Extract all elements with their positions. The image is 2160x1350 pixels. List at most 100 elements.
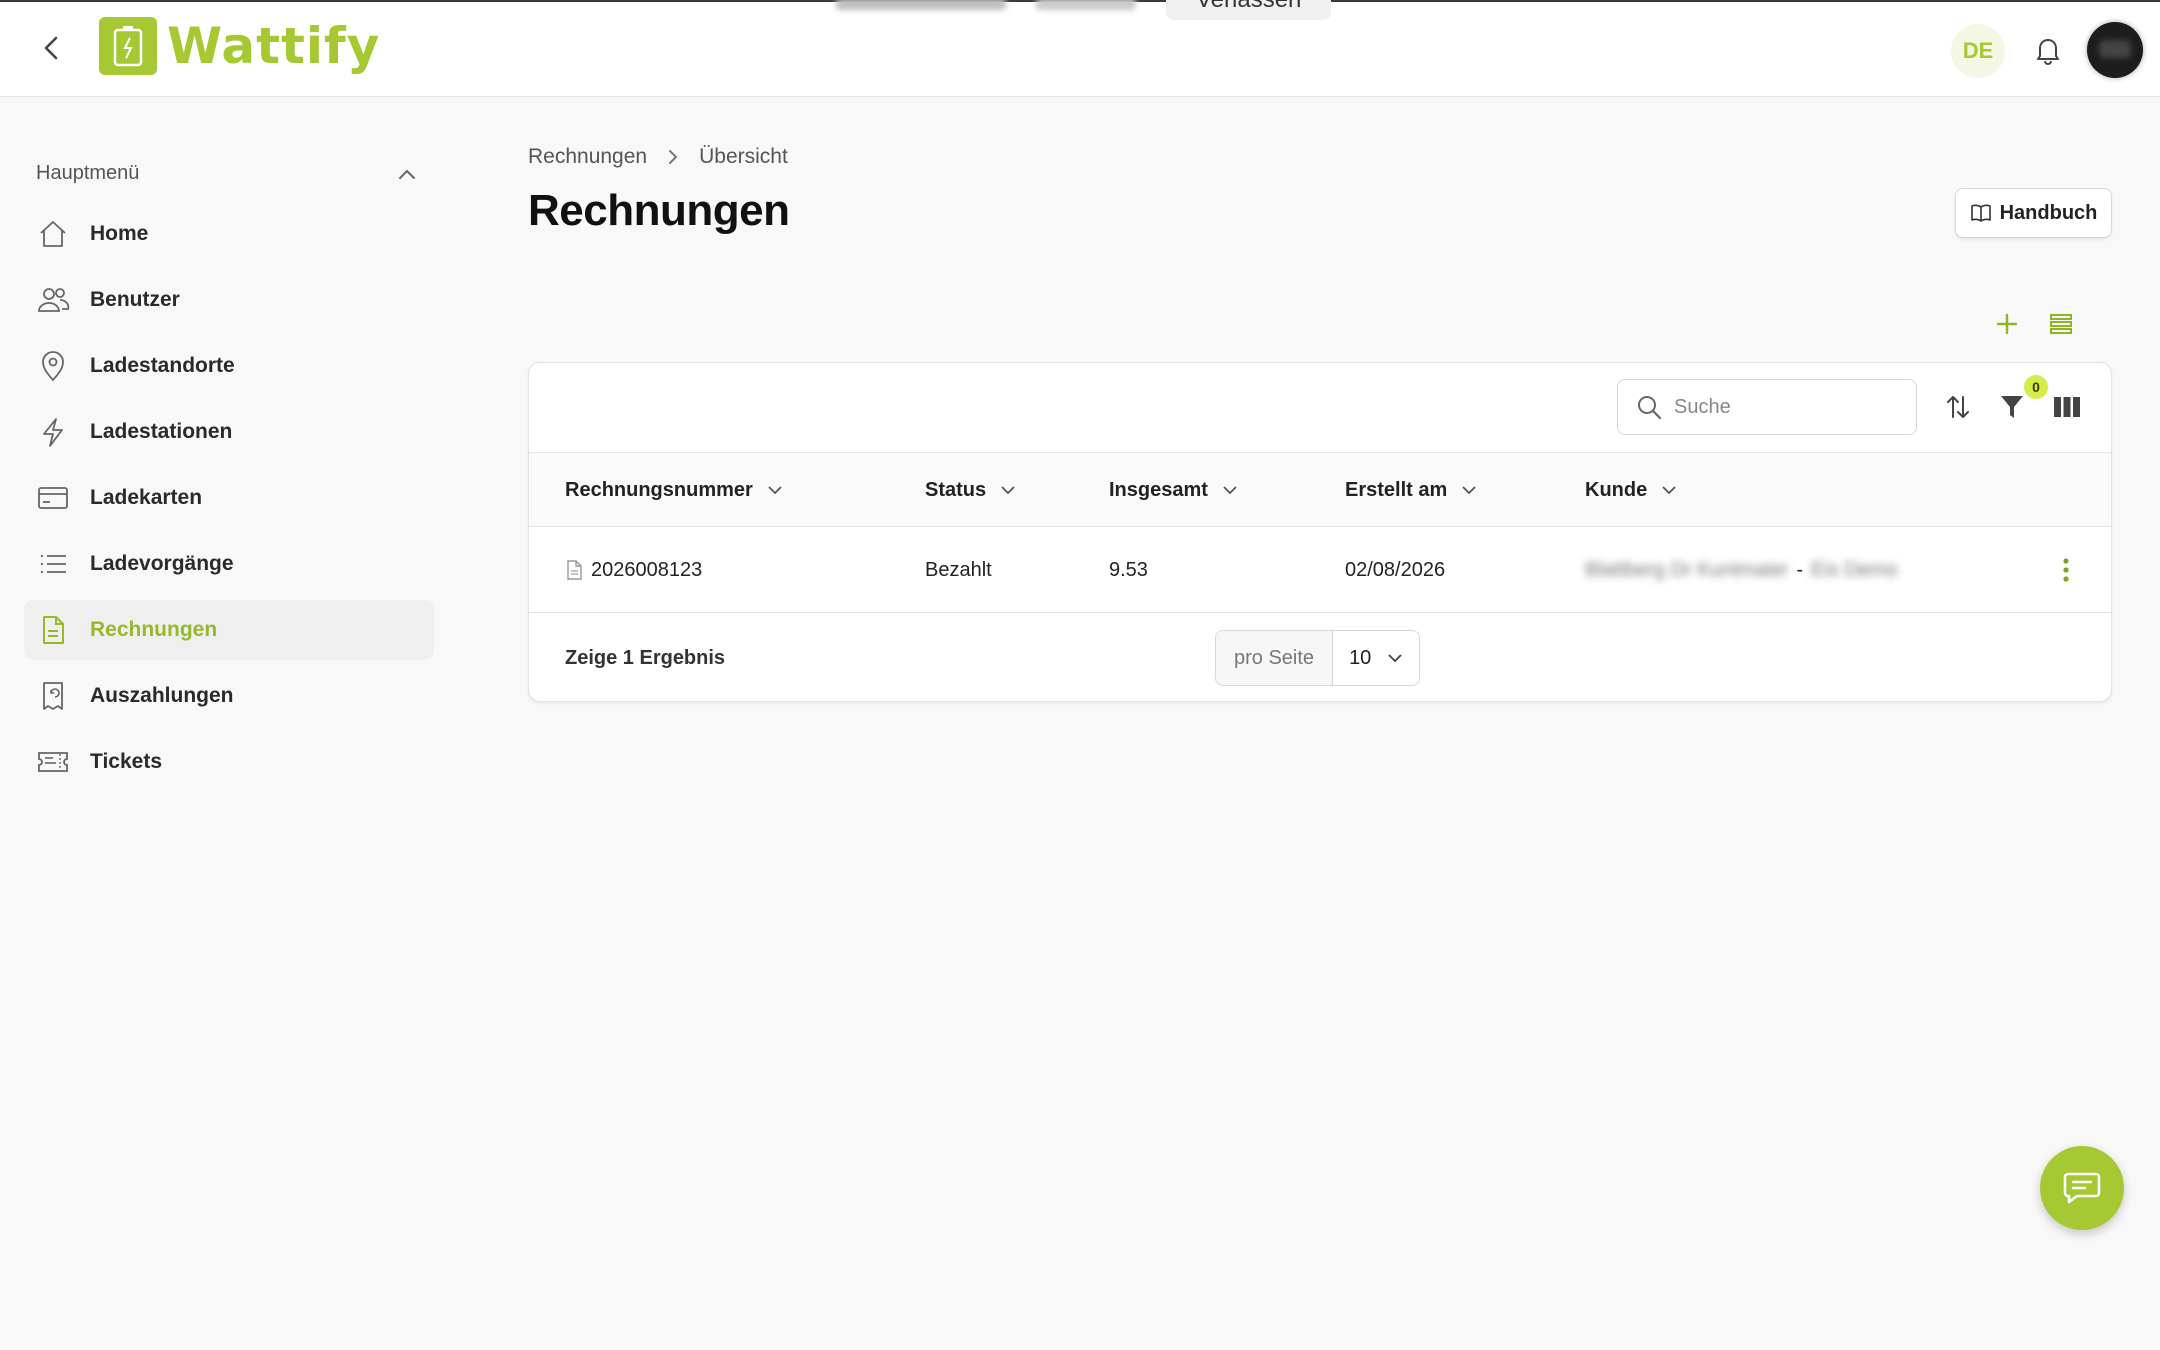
funnel-icon bbox=[2001, 396, 2023, 418]
column-header-label: Kunde bbox=[1585, 478, 1648, 501]
sidebar-item-label: Rechnungen bbox=[90, 618, 218, 641]
list-view-button[interactable] bbox=[2043, 306, 2079, 342]
table-row[interactable]: 2026008123 Bezahlt 9.53 02/08/2026 Blatt… bbox=[529, 527, 2111, 613]
more-vertical-icon bbox=[2063, 558, 2069, 582]
sidebar-item-charging-sessions[interactable]: Ladevorgänge bbox=[24, 534, 434, 594]
per-page-control: pro Seite 10 bbox=[1215, 630, 1421, 686]
result-count: Zeige 1 Ergebnis bbox=[565, 646, 726, 669]
location-pin-icon bbox=[36, 349, 70, 383]
chevron-up-icon bbox=[399, 169, 415, 179]
cell-created: 02/08/2026 bbox=[1345, 558, 1446, 581]
manual-button[interactable]: Handbuch bbox=[1955, 188, 2112, 238]
back-button[interactable] bbox=[36, 32, 68, 64]
breadcrumb-overview: Übersicht bbox=[699, 145, 788, 168]
chevron-down-icon bbox=[1388, 654, 1402, 663]
columns-button[interactable] bbox=[2049, 389, 2085, 425]
top-bar: Wattify Verlassen DE bbox=[0, 0, 2160, 97]
sort-button[interactable] bbox=[1940, 389, 1976, 425]
filter-count-badge: 0 bbox=[2024, 375, 2048, 399]
main-menu-label: Hauptmenü bbox=[36, 162, 140, 184]
main-menu-toggle[interactable]: Hauptmenü bbox=[36, 162, 416, 185]
breadcrumb: Rechnungen Übersicht bbox=[528, 145, 788, 169]
filter-button[interactable] bbox=[1994, 389, 2030, 425]
banner-blurred-text bbox=[836, 0, 1006, 10]
chevron-right-icon bbox=[669, 150, 678, 164]
lightning-icon bbox=[36, 415, 70, 449]
column-header-invoice-number[interactable]: Rechnungsnummer bbox=[565, 453, 783, 527]
per-page-select[interactable]: 10 bbox=[1333, 631, 1420, 685]
sidebar-item-payouts[interactable]: Auszahlungen bbox=[24, 666, 434, 726]
sidebar-item-charging-locations[interactable]: Ladestandorte bbox=[24, 336, 434, 396]
file-icon bbox=[567, 560, 582, 580]
breadcrumb-invoices[interactable]: Rechnungen bbox=[528, 145, 647, 169]
chevron-down-icon bbox=[1662, 486, 1676, 495]
cell-invoice-number[interactable]: 2026008123 bbox=[565, 527, 702, 613]
column-header-label: Status bbox=[925, 478, 987, 501]
list-icon bbox=[36, 547, 70, 581]
sidebar-item-label: Home bbox=[90, 222, 149, 245]
banner-blurred-text bbox=[1036, 0, 1136, 10]
sort-arrows-icon bbox=[1947, 396, 1969, 418]
chevron-left-icon bbox=[44, 36, 58, 60]
columns-icon bbox=[2054, 397, 2080, 417]
column-header-status[interactable]: Status bbox=[925, 453, 1016, 527]
sidebar-item-label: Auszahlungen bbox=[90, 684, 234, 707]
chevron-down-icon bbox=[1001, 486, 1015, 495]
users-icon bbox=[36, 283, 70, 317]
language-switcher[interactable]: DE bbox=[1951, 24, 2005, 78]
cell-total: 9.53 bbox=[1109, 558, 1148, 581]
search-input[interactable] bbox=[1674, 395, 1894, 419]
customer-separator: - bbox=[1796, 558, 1804, 581]
receipt-refund-icon bbox=[36, 679, 70, 713]
sidebar: Hauptmenü Home Benutzer Ladestandorte La… bbox=[0, 98, 460, 1350]
sidebar-item-users[interactable]: Benutzer bbox=[24, 270, 434, 330]
avatar[interactable] bbox=[2087, 22, 2143, 78]
table-header: Rechnungsnummer Status Insgesamt Erstell… bbox=[529, 453, 2111, 527]
chevron-down-icon bbox=[1462, 486, 1476, 495]
column-header-created[interactable]: Erstellt am bbox=[1345, 453, 1477, 527]
manual-button-label: Handbuch bbox=[1999, 201, 2098, 224]
sidebar-item-label: Tickets bbox=[90, 750, 162, 773]
list-view-icon bbox=[2050, 314, 2072, 334]
sidebar-item-charging-cards[interactable]: Ladekarten bbox=[24, 468, 434, 528]
page-title: Rechnungen bbox=[528, 186, 790, 235]
sidebar-item-charging-stations[interactable]: Ladestationen bbox=[24, 402, 434, 462]
bell-icon bbox=[2037, 39, 2059, 65]
row-actions-button[interactable] bbox=[2049, 553, 2083, 587]
customer-account-blurred: Eis Demo bbox=[1811, 558, 1898, 581]
per-page-label: pro Seite bbox=[1216, 631, 1334, 685]
cell-customer[interactable]: Blattberg Dr Kuntmaier - Eis Demo bbox=[1585, 527, 1898, 613]
invoice-number: 2026008123 bbox=[591, 558, 703, 581]
document-icon bbox=[36, 613, 70, 647]
home-icon bbox=[36, 217, 70, 251]
column-header-label: Erstellt am bbox=[1345, 478, 1448, 501]
ticket-icon bbox=[36, 745, 70, 779]
sidebar-item-label: Ladestationen bbox=[90, 420, 233, 443]
column-header-label: Insgesamt bbox=[1109, 478, 1208, 501]
credit-card-icon bbox=[36, 481, 70, 515]
sidebar-item-label: Ladestandorte bbox=[90, 354, 235, 377]
leave-button[interactable]: Verlassen bbox=[1166, 0, 1332, 20]
notifications-button[interactable] bbox=[2030, 32, 2066, 68]
per-page-value: 10 bbox=[1349, 646, 1372, 669]
plus-icon bbox=[1996, 313, 2018, 335]
sidebar-item-label: Ladevorgänge bbox=[90, 552, 234, 575]
app-name: Wattify bbox=[167, 17, 381, 75]
invoices-table-card: 0 Rechnungsnummer Status Insgesamt Erste… bbox=[528, 362, 2112, 702]
sidebar-item-home[interactable]: Home bbox=[24, 204, 434, 264]
sidebar-item-label: Ladekarten bbox=[90, 486, 203, 509]
sidebar-item-invoices[interactable]: Rechnungen bbox=[24, 600, 434, 660]
main-nav: Home Benutzer Ladestandorte Ladestatione… bbox=[24, 204, 434, 798]
column-header-label: Rechnungsnummer bbox=[565, 478, 753, 501]
search-icon bbox=[1638, 396, 1662, 420]
column-header-customer[interactable]: Kunde bbox=[1585, 453, 1677, 527]
book-icon bbox=[1970, 204, 1991, 222]
chat-bubble-icon bbox=[2063, 1172, 2101, 1204]
add-invoice-button[interactable] bbox=[1989, 306, 2025, 342]
chat-button[interactable] bbox=[2040, 1146, 2124, 1230]
sidebar-item-tickets[interactable]: Tickets bbox=[24, 732, 434, 792]
app-logo[interactable]: Wattify bbox=[99, 16, 380, 76]
search-box[interactable] bbox=[1617, 379, 1917, 435]
chevron-down-icon bbox=[1223, 486, 1237, 495]
column-header-total[interactable]: Insgesamt bbox=[1109, 453, 1238, 527]
